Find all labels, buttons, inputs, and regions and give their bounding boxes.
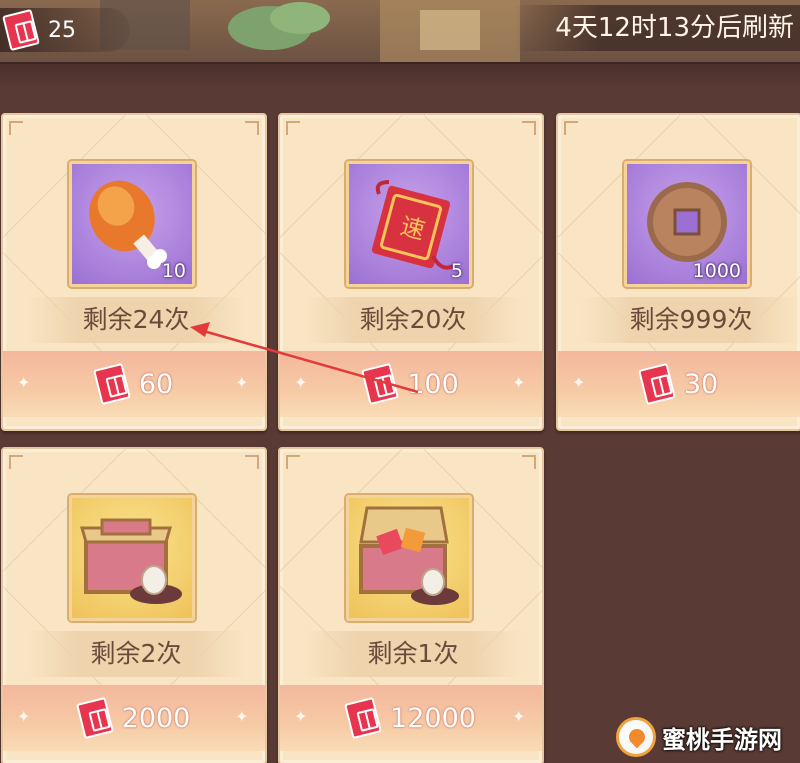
shop-item-card[interactable]: 剩余2次 ✦ ✦ 2000 (1, 447, 267, 763)
price-amount: 100 (407, 368, 459, 400)
watermark: 蜜桃手游网 (616, 714, 782, 760)
remaining-count: 剩余24次 (25, 297, 247, 343)
wine-ticket-icon (359, 360, 402, 407)
item-quantity: 5 (450, 260, 463, 282)
price-amount: 30 (683, 368, 719, 400)
wine-ticket-icon (635, 360, 678, 407)
remaining-count: 剩余2次 (25, 631, 247, 677)
wine-ticket-icon (73, 694, 116, 741)
remaining-count: 剩余20次 (302, 297, 524, 343)
top-bar: 25 4天12时13分后刷新 (0, 0, 800, 62)
price-bar[interactable]: ✦ 30 (558, 351, 800, 417)
currency-value: 25 (48, 17, 76, 43)
currency-display: 25 (0, 8, 130, 52)
price-bar[interactable]: ✦ ✦ 12000 (280, 685, 542, 751)
price-amount: 12000 (390, 702, 476, 734)
refresh-timer: 4天12时13分后刷新 (515, 5, 800, 51)
watermark-text: 蜜桃手游网 (662, 725, 782, 754)
gift-box-icon (69, 495, 195, 621)
price-bar[interactable]: ✦ ✦ 100 (280, 351, 542, 417)
remaining-count: 剩余999次 (580, 297, 800, 343)
price-bar[interactable]: ✦ ✦ 2000 (3, 685, 265, 751)
price-amount: 60 (138, 368, 174, 400)
speed-talisman-icon: 速 5 (346, 161, 472, 287)
copper-coin-icon: 1000 (624, 161, 750, 287)
wine-ticket-icon (90, 360, 133, 407)
peach-logo-icon (616, 717, 656, 757)
item-quantity: 1000 (692, 260, 741, 282)
item-quantity: 10 (161, 260, 186, 282)
treasure-chest-icon (346, 495, 472, 621)
shop-item-card[interactable]: 1000 剩余999次 ✦ 30 (556, 113, 800, 431)
shop-item-card[interactable]: 速 5 剩余20次 ✦ ✦ 100 (278, 113, 544, 431)
wine-ticket-icon (0, 6, 42, 53)
drumstick-icon: 10 (69, 161, 195, 287)
shop-item-card[interactable]: 10 剩余24次 ✦ ✦ 60 (1, 113, 267, 431)
shelf-divider (0, 62, 800, 88)
price-amount: 2000 (121, 702, 191, 734)
wine-ticket-icon (342, 694, 385, 741)
shop-item-card[interactable]: 剩余1次 ✦ ✦ 12000 (278, 447, 544, 763)
remaining-count: 剩余1次 (302, 631, 524, 677)
price-bar[interactable]: ✦ ✦ 60 (3, 351, 265, 417)
